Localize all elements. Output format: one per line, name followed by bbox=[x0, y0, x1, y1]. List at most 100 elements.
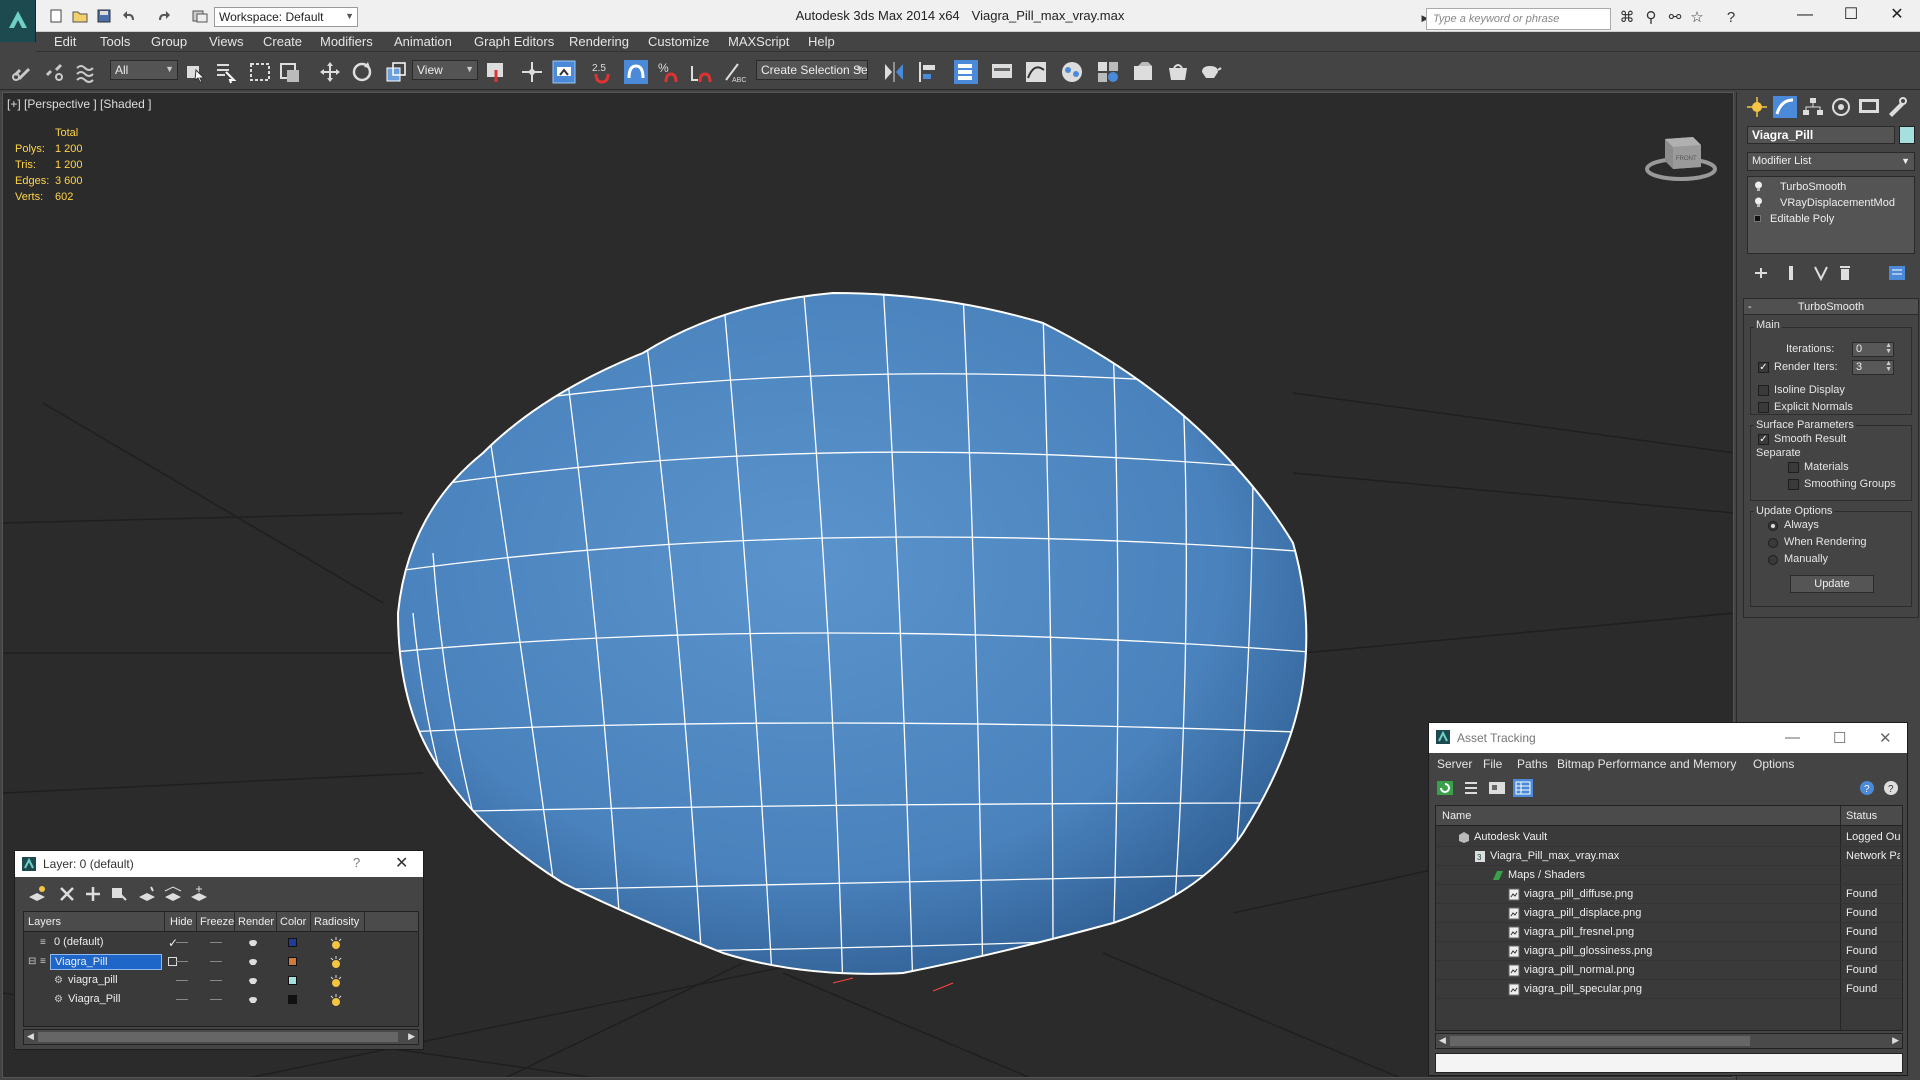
freeze-all-layers-icon[interactable] bbox=[189, 885, 209, 903]
rotate-icon[interactable] bbox=[350, 60, 374, 84]
column-header[interactable]: Render bbox=[238, 916, 274, 928]
scrollbar-thumb[interactable] bbox=[38, 1032, 398, 1042]
menu-customize[interactable]: Customize bbox=[648, 34, 709, 49]
menu-help[interactable]: Help bbox=[808, 34, 835, 49]
when-rendering-radio[interactable] bbox=[1768, 538, 1778, 548]
manually-radio[interactable] bbox=[1768, 555, 1778, 565]
column-header[interactable]: Layers bbox=[28, 916, 61, 928]
collapse-icon[interactable]: ⊟ bbox=[28, 956, 36, 967]
layer-manager-icon[interactable] bbox=[954, 60, 978, 84]
help-button[interactable]: ? bbox=[353, 855, 360, 870]
column-header-status[interactable]: Status bbox=[1846, 810, 1877, 822]
object-color-swatch[interactable] bbox=[288, 995, 297, 1004]
scale-icon[interactable] bbox=[384, 60, 408, 84]
pivot-center-icon[interactable] bbox=[484, 60, 508, 84]
create-tab-icon[interactable] bbox=[1745, 96, 1769, 118]
spinner-snap-icon[interactable] bbox=[688, 60, 712, 84]
layer-row[interactable]: ⚙ Viagra_Pill bbox=[24, 991, 418, 1009]
hierarchy-tab-icon[interactable] bbox=[1801, 96, 1825, 118]
motion-tab-icon[interactable] bbox=[1829, 96, 1853, 118]
smooth-result-checkbox[interactable]: ✓ bbox=[1758, 434, 1769, 445]
undo-icon[interactable] bbox=[122, 9, 138, 23]
show-end-result-icon[interactable] bbox=[1781, 264, 1801, 282]
rendered-frame-window-icon[interactable] bbox=[1166, 60, 1190, 84]
column-header[interactable]: Radiosity bbox=[314, 916, 359, 928]
selection-filter-dropdown[interactable]: All ▼ bbox=[110, 60, 178, 80]
lightbulb-icon[interactable] bbox=[1754, 197, 1763, 208]
maximize-button[interactable]: ☐ bbox=[1833, 729, 1846, 747]
menu-views[interactable]: Views bbox=[209, 34, 243, 49]
hide-toggle[interactable] bbox=[176, 942, 188, 943]
new-file-icon[interactable] bbox=[48, 9, 64, 23]
select-object-icon[interactable] bbox=[184, 60, 208, 84]
redo-icon[interactable] bbox=[155, 9, 171, 23]
thumbnail-view-icon[interactable] bbox=[1487, 779, 1507, 797]
create-layer-icon[interactable] bbox=[27, 885, 47, 903]
layer-row[interactable]: ⚙ viagra_pill bbox=[24, 972, 418, 990]
lightbulb-icon[interactable] bbox=[1754, 181, 1763, 192]
object-name[interactable]: viagra_pill bbox=[64, 973, 122, 989]
expand-box-icon[interactable] bbox=[1754, 215, 1761, 222]
modifier-list-dropdown[interactable]: Modifier List ▼ bbox=[1747, 152, 1915, 171]
window-crossing-icon[interactable] bbox=[278, 60, 302, 84]
asset-row[interactable]: 3 Viagra_Pill_max_vray.max Network Path bbox=[1436, 847, 1902, 866]
subscription-icon[interactable]: ⚲ bbox=[1642, 10, 1660, 26]
asset-path-field[interactable] bbox=[1435, 1053, 1903, 1073]
help-icon[interactable]: ? bbox=[1722, 10, 1740, 26]
rectangular-selection-icon[interactable] bbox=[248, 60, 272, 84]
teapot-render-icon[interactable] bbox=[248, 994, 259, 1005]
radiosity-icon[interactable] bbox=[329, 955, 343, 969]
isoline-display-checkbox[interactable] bbox=[1758, 385, 1769, 396]
teapot-render-icon[interactable] bbox=[248, 956, 259, 967]
iterations-spinner[interactable]: 0 ▲ ▼ bbox=[1852, 342, 1894, 357]
render-production-icon[interactable] bbox=[1198, 60, 1222, 84]
close-button[interactable]: ✕ bbox=[395, 853, 408, 873]
scroll-left-icon[interactable]: ◀ bbox=[27, 1031, 34, 1042]
radiosity-icon[interactable] bbox=[329, 993, 343, 1007]
minimize-button[interactable]: — bbox=[1782, 0, 1828, 32]
layer-color-swatch[interactable] bbox=[288, 938, 297, 947]
object-name-field[interactable]: Viagra_Pill bbox=[1747, 126, 1895, 144]
layer-color-swatch[interactable] bbox=[288, 957, 297, 966]
asset-row[interactable]: viagra_pill_displace.png Found bbox=[1436, 904, 1902, 923]
list-view-icon[interactable] bbox=[1461, 779, 1481, 797]
column-header[interactable]: Freeze bbox=[200, 916, 234, 928]
menu-paths[interactable]: Paths bbox=[1517, 757, 1548, 771]
delete-layer-icon[interactable] bbox=[57, 885, 77, 903]
asset-row[interactable]: viagra_pill_specular.png Found bbox=[1436, 980, 1902, 999]
maximize-button[interactable]: ☐ bbox=[1828, 0, 1874, 32]
menu-animation[interactable]: Animation bbox=[394, 34, 452, 49]
scrollbar-thumb[interactable] bbox=[1450, 1036, 1750, 1046]
update-button[interactable]: Update bbox=[1790, 575, 1874, 593]
menu-file[interactable]: File bbox=[1483, 757, 1502, 771]
menu-server[interactable]: Server bbox=[1437, 757, 1472, 771]
mirror-icon[interactable] bbox=[882, 60, 906, 84]
align-icon[interactable] bbox=[916, 60, 940, 84]
communication-center-icon[interactable]: ⚯ bbox=[1666, 10, 1684, 26]
hide-all-layers-icon[interactable] bbox=[163, 885, 183, 903]
materials-checkbox[interactable] bbox=[1788, 462, 1799, 473]
menu-maxscript[interactable]: MAXScript bbox=[728, 34, 789, 49]
edit-named-selection-icon[interactable]: ABC bbox=[722, 60, 746, 84]
rollout-header[interactable]: - TurboSmooth bbox=[1744, 299, 1918, 315]
percent-snap-icon[interactable]: % bbox=[656, 60, 680, 84]
help-icon[interactable]: ? bbox=[1857, 779, 1877, 797]
menu-graph-editors[interactable]: Graph Editors bbox=[474, 34, 554, 49]
scroll-right-icon[interactable]: ▶ bbox=[408, 1031, 415, 1042]
scroll-right-icon[interactable]: ▶ bbox=[1892, 1035, 1899, 1046]
toggle-ribbon-icon[interactable] bbox=[990, 60, 1014, 84]
snaps-toggle-icon[interactable]: 2.5 bbox=[590, 60, 614, 84]
keyboard-shortcut-override-icon[interactable] bbox=[552, 60, 576, 84]
binoculars-icon[interactable]: ⌘ bbox=[1618, 10, 1636, 26]
menu-modifiers[interactable]: Modifiers bbox=[320, 34, 373, 49]
highlight-layer-icon[interactable] bbox=[137, 885, 157, 903]
layer-row[interactable]: ≡ 0 (default) ✓ bbox=[24, 934, 418, 952]
spinner-arrows-icon[interactable]: ▲ ▼ bbox=[1885, 342, 1892, 355]
angle-snap-icon[interactable] bbox=[624, 60, 648, 84]
display-tab-icon[interactable] bbox=[1857, 96, 1881, 118]
menu-options[interactable]: Options bbox=[1753, 757, 1794, 771]
layer-row[interactable]: ⊟ ≡ Viagra_Pill bbox=[24, 953, 418, 971]
menu-tools[interactable]: Tools bbox=[100, 34, 130, 49]
close-button[interactable]: ✕ bbox=[1874, 0, 1920, 32]
asset-row[interactable]: Autodesk Vault Logged Out bbox=[1436, 828, 1902, 847]
